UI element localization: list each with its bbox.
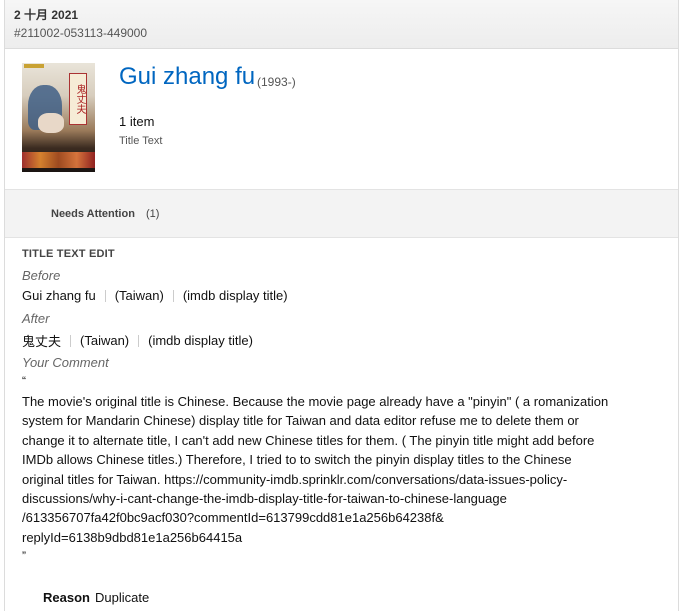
close-quote: ” (22, 549, 26, 563)
divider (70, 334, 72, 347)
item-count: 1 item (119, 114, 155, 129)
divider (138, 334, 140, 347)
needs-attention-label: Needs Attention (51, 208, 135, 220)
comment-label: Your Comment (22, 355, 109, 370)
submission-date: 2 十月 2021 (14, 8, 79, 22)
open-quote: “ (22, 374, 26, 388)
reason-label: Reason (43, 590, 90, 605)
needs-attention-count: (1) (146, 208, 160, 220)
before-attribute: (imdb display title) (182, 288, 288, 303)
poster-figure-face (38, 113, 64, 133)
comment-text: The movie's original title is Chinese. B… (22, 394, 609, 545)
before-label: Before (22, 268, 61, 283)
submission-card: 2 十月 2021 #211002-053113-449000 鬼丈夫 Gui … (4, 0, 679, 611)
before-title: Gui zhang fu (22, 288, 96, 303)
edit-heading: TITLE TEXT EDIT (22, 248, 115, 260)
poster-title-text: 鬼丈夫 (69, 73, 87, 125)
item-type: Title Text (119, 135, 163, 147)
before-value: Gui zhang fu (Taiwan) (imdb display titl… (22, 288, 288, 303)
title-link[interactable]: Gui zhang fu (119, 63, 255, 91)
poster-tag (24, 64, 44, 68)
title-poster-image[interactable]: 鬼丈夫 (22, 63, 95, 172)
divider (104, 289, 106, 302)
divider (172, 289, 174, 302)
after-title: 鬼丈夫 (22, 334, 62, 349)
title-year: (1993-) (257, 75, 296, 89)
after-attribute: (imdb display title) (148, 333, 253, 348)
submission-header: 2 十月 2021 #211002-053113-449000 (5, 0, 678, 49)
reason-value: Duplicate (95, 590, 150, 605)
submission-id: #211002-053113-449000 (14, 26, 148, 40)
after-region: (Taiwan) (80, 333, 130, 348)
after-value: 鬼丈夫 (Taiwan) (imdb display title) (22, 331, 253, 350)
before-region: (Taiwan) (114, 288, 164, 303)
after-label: After (22, 311, 50, 326)
poster-fire (22, 152, 95, 168)
needs-attention-bar[interactable]: Needs Attention (1) (5, 189, 678, 238)
